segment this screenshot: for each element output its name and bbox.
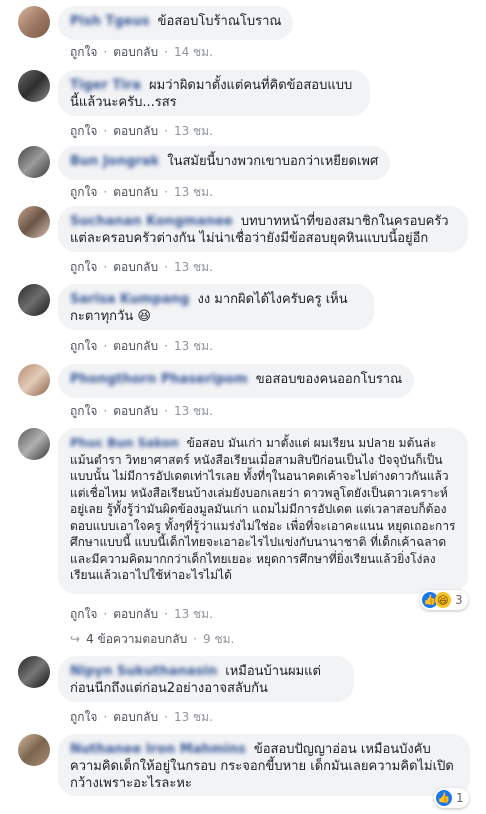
timestamp[interactable]: 13 ชม. bbox=[174, 404, 213, 418]
timestamp[interactable]: 14 ชม. bbox=[174, 45, 213, 59]
comment-bubble: Sarisa Kumpang งง มากผิดได้ไงครับครู เห็… bbox=[58, 284, 374, 330]
comment-actions: ถูกใจ · ตอบกลับ · 13 ชม. bbox=[70, 185, 213, 199]
comment-text: ข้อสอบโบร้าณโบราณ bbox=[157, 14, 282, 29]
like-link[interactable]: ถูกใจ bbox=[70, 607, 97, 621]
haha-reaction-icon: 😆 bbox=[435, 592, 451, 608]
reply-link[interactable]: ตอบกลับ bbox=[113, 124, 158, 138]
comment-actions: ถูกใจ · ตอบกลับ · 13 ชม. bbox=[70, 124, 213, 138]
timestamp[interactable]: 13 ชม. bbox=[174, 185, 213, 199]
comment-bubble: Phongthorn Phaseripom ขอสอบของคนออกโบราณ bbox=[58, 364, 415, 398]
comment-author[interactable]: Phongthorn Phaseripom bbox=[70, 372, 248, 387]
comment-author[interactable]: Nipyn Sukuthanasin bbox=[70, 664, 217, 679]
reply-link[interactable]: ตอบกลับ bbox=[113, 404, 158, 418]
like-link[interactable]: ถูกใจ bbox=[70, 339, 97, 353]
comment-bubble: Pish Tgeus ข้อสอบโบร้าณโบราณ bbox=[58, 6, 294, 40]
avatar[interactable] bbox=[18, 428, 50, 460]
timestamp[interactable]: 13 ชม. bbox=[174, 260, 213, 274]
timestamp[interactable]: 13 ชม. bbox=[174, 710, 213, 724]
reply-link[interactable]: ตอบกลับ bbox=[113, 45, 158, 59]
view-replies-link[interactable]: ↪ 4 ข้อความตอบกลับ · 9 ชม. bbox=[70, 630, 234, 649]
avatar[interactable] bbox=[18, 6, 50, 38]
comment-bubble: Tiger Tira ผมว่าผิดมาตั้งแต่คนที่คิดข้อส… bbox=[58, 70, 370, 116]
comment-actions: ถูกใจ · ตอบกลับ · 13 ชม. bbox=[70, 710, 213, 724]
reply-link[interactable]: ตอบกลับ bbox=[113, 339, 158, 353]
comment-bubble: Suchanan Kongmanee บทบาทหน้าที่ของสมาชิก… bbox=[58, 206, 468, 252]
comment-text: ในสมัยนี้บางพวกเขาบอกว่าเหยียดเพศ bbox=[167, 154, 379, 169]
reaction-count[interactable]: 👍 😆 3 bbox=[420, 590, 468, 610]
reaction-count[interactable]: 👍 1 bbox=[434, 788, 469, 808]
comment-actions: ถูกใจ · ตอบกลับ · 13 ชม. bbox=[70, 339, 213, 353]
avatar[interactable] bbox=[18, 284, 50, 316]
reply-arrow-icon: ↪ bbox=[70, 632, 81, 646]
comment-actions: ถูกใจ · ตอบกลับ · 13 ชม. bbox=[70, 607, 213, 621]
comment-actions: ถูกใจ · ตอบกลับ · 13 ชม. bbox=[70, 260, 213, 274]
comment-actions: ถูกใจ · ตอบกลับ · 14 ชม. bbox=[70, 45, 213, 59]
avatar[interactable] bbox=[18, 656, 50, 688]
like-link[interactable]: ถูกใจ bbox=[70, 404, 97, 418]
comment-author[interactable]: Nuthanee Iron Mahmins bbox=[70, 742, 246, 757]
like-link[interactable]: ถูกใจ bbox=[70, 710, 97, 724]
comment-author[interactable]: Tiger Tira bbox=[70, 78, 141, 93]
avatar[interactable] bbox=[18, 146, 50, 178]
comment-actions: ถูกใจ · ตอบกลับ · 13 ชม. bbox=[70, 404, 213, 418]
comment-bubble: Nuthanee Iron Mahmins ข้อสอบปัญญาอ่อน เห… bbox=[58, 734, 470, 796]
avatar[interactable] bbox=[18, 364, 50, 396]
timestamp[interactable]: 13 ชม. bbox=[174, 607, 213, 621]
reply-link[interactable]: ตอบกลับ bbox=[113, 710, 158, 724]
like-reaction-icon: 👍 bbox=[436, 790, 452, 806]
reply-link[interactable]: ตอบกลับ bbox=[113, 185, 158, 199]
like-link[interactable]: ถูกใจ bbox=[70, 124, 97, 138]
comment-author[interactable]: Sarisa Kumpang bbox=[70, 292, 189, 307]
like-link[interactable]: ถูกใจ bbox=[70, 45, 97, 59]
reply-link[interactable]: ตอบกลับ bbox=[113, 607, 158, 621]
comment-bubble: Phuc Bun Sakon ข้อสอบ มันเก่า มาตั้งแต่ … bbox=[58, 428, 468, 594]
avatar[interactable] bbox=[18, 70, 50, 102]
timestamp[interactable]: 13 ชม. bbox=[174, 124, 213, 138]
comment-author[interactable]: Phuc Bun Sakon bbox=[70, 436, 179, 450]
avatar[interactable] bbox=[18, 206, 50, 238]
reply-link[interactable]: ตอบกลับ bbox=[113, 260, 158, 274]
like-link[interactable]: ถูกใจ bbox=[70, 260, 97, 274]
comment-bubble: Nipyn Sukuthanasin เหมือนบ้านผมแต่ก่อนนี… bbox=[58, 656, 354, 702]
comment-text: ขอสอบของคนออกโบราณ bbox=[255, 372, 403, 387]
comment-author[interactable]: Suchanan Kongmanee bbox=[70, 214, 233, 229]
avatar[interactable] bbox=[18, 734, 50, 766]
comment-author[interactable]: Bun Jongrak bbox=[70, 154, 159, 169]
like-link[interactable]: ถูกใจ bbox=[70, 185, 97, 199]
comment-author[interactable]: Pish Tgeus bbox=[70, 14, 150, 29]
comment-bubble: Bun Jongrak ในสมัยนี้บางพวกเขาบอกว่าเหยี… bbox=[58, 146, 391, 180]
comment-text: ข้อสอบ มันเก่า มาตั้งแต่ ผมเรียน มปลาย ม… bbox=[70, 436, 456, 582]
timestamp[interactable]: 13 ชม. bbox=[174, 339, 213, 353]
